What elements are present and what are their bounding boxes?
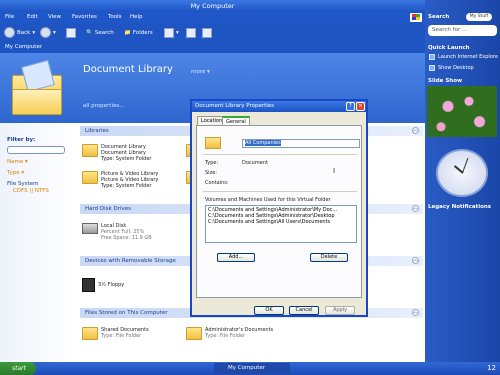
title-bar[interactable]: My Computer bbox=[0, 0, 425, 12]
filter-file-system: File System bbox=[7, 181, 39, 187]
filter-name[interactable]: Name ▾ bbox=[7, 159, 28, 165]
sidebar: Search My Stuff Search for ... Quick Lau… bbox=[425, 0, 500, 362]
contains-label: Contains: bbox=[205, 180, 229, 186]
folder-icon bbox=[82, 327, 98, 340]
folder-icon bbox=[205, 137, 221, 149]
apply-button[interactable]: Apply bbox=[325, 306, 355, 315]
dialog-title: Document Library Properties bbox=[195, 103, 275, 109]
ok-button[interactable]: OK bbox=[254, 306, 284, 315]
toolbar-extra-button-2[interactable] bbox=[202, 26, 212, 39]
quick-launch-desktop[interactable]: Show Desktop bbox=[429, 65, 474, 71]
folders-icon: 📁 bbox=[124, 29, 131, 36]
views-button[interactable]: ▾ bbox=[164, 26, 179, 39]
menu-tools[interactable]: Tools bbox=[108, 14, 122, 20]
hard-drive-icon bbox=[82, 223, 98, 234]
taskbar-my-computer[interactable]: My Computer bbox=[214, 363, 290, 374]
search-scope-badge[interactable]: My Stuff bbox=[466, 13, 492, 21]
list-item[interactable]: Document Library Document Library Type: Sy… bbox=[82, 144, 151, 162]
collapse-chevron-icon[interactable]: ︽ bbox=[412, 205, 419, 212]
menu-favorites[interactable]: Favorites bbox=[72, 14, 97, 20]
list-item[interactable]: 3½ Floppy bbox=[82, 278, 124, 292]
taskbar: start My Computer 12 bbox=[0, 362, 500, 375]
collapse-chevron-icon[interactable]: ︽ bbox=[412, 257, 419, 264]
quick-launch-heading: Quick Launch bbox=[428, 45, 470, 51]
type-value: Document bbox=[242, 160, 268, 166]
toolbar-extra-button[interactable] bbox=[186, 26, 196, 39]
filter-type[interactable]: Type ▾ bbox=[7, 170, 24, 176]
internet-explorer-icon bbox=[429, 54, 435, 60]
size-label: Size: bbox=[205, 170, 217, 176]
back-arrow-icon bbox=[4, 27, 15, 38]
picture-library-folder-icon bbox=[82, 171, 98, 184]
search-icon: 🔍 bbox=[86, 29, 93, 36]
filter-input[interactable] bbox=[7, 146, 65, 154]
collapse-chevron-icon[interactable]: ︽ bbox=[412, 127, 419, 134]
views-icon bbox=[164, 27, 174, 38]
list-item[interactable]: Picture & Video Library Picture & Video L… bbox=[82, 171, 158, 189]
divider bbox=[203, 191, 357, 192]
divider bbox=[203, 154, 357, 155]
forward-button[interactable]: ▾ bbox=[40, 26, 56, 39]
list-item[interactable]: Local Disk Percent Full: 25% Free Space: 1… bbox=[82, 223, 152, 241]
start-button[interactable]: start bbox=[0, 362, 36, 375]
text-cursor-icon: I bbox=[333, 167, 336, 175]
menu-help[interactable]: Help bbox=[130, 14, 143, 20]
folder-icon bbox=[186, 327, 202, 340]
toolbar: Back ▾ ▾ 🔍 Search 📁 Folders ▾ bbox=[0, 23, 425, 42]
cancel-button[interactable]: Cancel bbox=[289, 306, 319, 315]
slide-show-heading: Slide Show bbox=[428, 78, 463, 84]
document-library-folder-icon bbox=[82, 144, 98, 157]
list-item[interactable]: Administrator's Documents Type: File Fold… bbox=[186, 327, 273, 340]
library-title: Document Library bbox=[83, 64, 173, 75]
properties-dialog: Document Library Properties ? × Location… bbox=[190, 99, 368, 317]
window-title: My Computer bbox=[190, 2, 235, 10]
menu-bar: File Edit View Favorites Tools Help bbox=[0, 12, 425, 23]
up-button[interactable] bbox=[66, 26, 76, 39]
filter-label: Filter by: bbox=[7, 137, 36, 143]
forward-arrow-icon bbox=[40, 27, 51, 38]
up-folder-icon bbox=[66, 27, 76, 38]
help-button[interactable]: ? bbox=[346, 102, 355, 111]
floppy-drive-icon bbox=[82, 278, 95, 292]
windows-logo-icon bbox=[410, 13, 422, 22]
taskbar-clock: 12 bbox=[487, 364, 496, 372]
properties-icon bbox=[186, 27, 196, 38]
list-item[interactable]: C:\Documents and Settings\All Users\Docu… bbox=[208, 219, 354, 225]
search-button[interactable]: 🔍 Search bbox=[86, 26, 114, 39]
delete-button[interactable]: Delete bbox=[310, 253, 348, 262]
document-library-icon bbox=[10, 59, 65, 119]
all-properties-link[interactable]: all properties... bbox=[83, 103, 125, 109]
menu-view[interactable]: View bbox=[48, 14, 61, 20]
close-button[interactable]: × bbox=[356, 102, 365, 111]
name-field[interactable]: All Companies bbox=[242, 139, 360, 148]
show-desktop-icon bbox=[429, 65, 435, 71]
legacy-notifications-heading: Legacy Notifications bbox=[428, 204, 492, 210]
volumes-label: Volumes and Machines Used for this Virtu… bbox=[205, 197, 331, 203]
more-link[interactable]: more ▾ bbox=[191, 69, 210, 75]
filter-fs-values[interactable]: CDFS || NTFS bbox=[13, 188, 49, 194]
menu-edit[interactable]: Edit bbox=[27, 14, 38, 20]
collapse-chevron-icon[interactable]: ︽ bbox=[412, 309, 419, 316]
quick-launch-ie[interactable]: Launch Internet Explorer bbox=[429, 54, 498, 60]
tab-general[interactable]: General bbox=[222, 116, 250, 125]
dialog-title-bar[interactable]: Document Library Properties ? × bbox=[192, 101, 366, 112]
back-button[interactable]: Back ▾ bbox=[4, 26, 35, 39]
list-item[interactable]: Shared Documents Type: File Folder bbox=[82, 327, 149, 340]
volumes-list[interactable]: C:\Documents and Settings\Administrator\… bbox=[205, 205, 357, 243]
slide-show-image[interactable] bbox=[427, 86, 497, 137]
view-icon bbox=[202, 27, 212, 38]
add-button[interactable]: Add... bbox=[217, 253, 255, 262]
address-bar[interactable]: My Computer bbox=[0, 42, 425, 53]
address-value: My Computer bbox=[5, 44, 43, 50]
menu-file[interactable]: File bbox=[5, 14, 14, 20]
folders-button[interactable]: 📁 Folders bbox=[124, 26, 153, 39]
filter-pane: Filter by: Name ▾ Type ▾ File System CDF… bbox=[0, 123, 78, 362]
sidebar-search-input[interactable]: Search for ... bbox=[428, 25, 497, 36]
type-label: Type: bbox=[205, 160, 219, 166]
general-tab-panel: All Companies Type: Document Size: Conta… bbox=[196, 125, 362, 298]
clock-gadget bbox=[436, 149, 488, 197]
search-heading: Search bbox=[428, 14, 450, 20]
